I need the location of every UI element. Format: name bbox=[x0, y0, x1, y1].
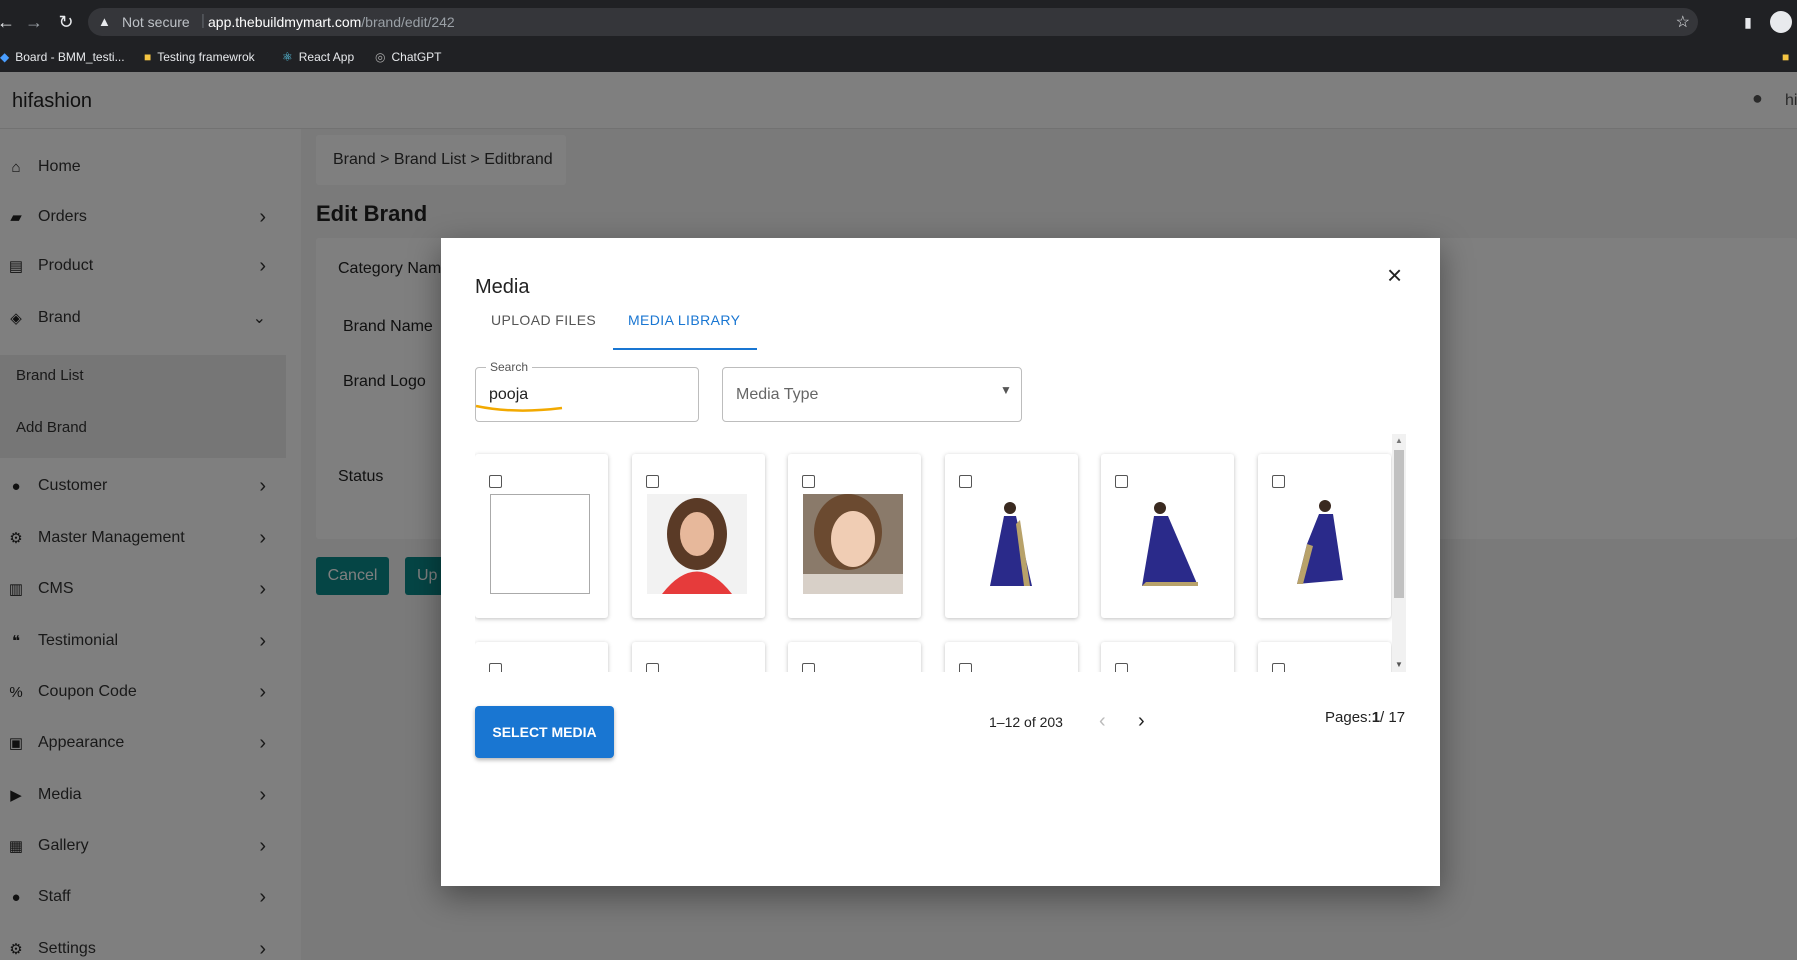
url-divider: | bbox=[201, 12, 205, 29]
portrait-image-woman-smiling bbox=[803, 494, 903, 594]
sidepanel-icon[interactable]: ▮ bbox=[1738, 12, 1758, 32]
bookmark-label: Testing framewrok bbox=[157, 50, 255, 64]
media-grid bbox=[475, 434, 1405, 672]
media-card[interactable] bbox=[945, 454, 1078, 618]
media-checkbox[interactable] bbox=[802, 475, 815, 488]
media-checkbox[interactable] bbox=[1115, 475, 1128, 488]
bookmark-react[interactable]: ⚛ React App bbox=[282, 50, 354, 64]
bookmark-testing[interactable]: ■ Testing framewrok bbox=[144, 50, 255, 64]
browser-toolbar: ← → ↻ ▲ Not secure | app.thebuildmymart.… bbox=[0, 0, 1797, 44]
media-checkbox[interactable] bbox=[646, 475, 659, 488]
media-card[interactable] bbox=[475, 454, 608, 618]
reload-icon[interactable]: ↻ bbox=[56, 12, 76, 32]
highlight-underline bbox=[475, 404, 563, 412]
prev-page-icon[interactable]: ‹ bbox=[1099, 710, 1106, 733]
profile-avatar[interactable] bbox=[1770, 11, 1792, 33]
board-icon: ◆ bbox=[0, 50, 10, 64]
other-bookmarks-icon[interactable]: ■ bbox=[1782, 50, 1789, 64]
pages-indicator: Pages:1/ 17 bbox=[1325, 709, 1405, 726]
media-checkbox[interactable] bbox=[646, 663, 659, 672]
pages-current: 1 bbox=[1371, 709, 1381, 726]
dialog-title: Media bbox=[475, 276, 530, 298]
bookmark-board[interactable]: ◆ Board - BMM_testi... bbox=[0, 50, 125, 64]
back-icon[interactable]: ← bbox=[0, 12, 16, 32]
media-type-select[interactable]: Media Type ▼ bbox=[722, 367, 1022, 422]
chatgpt-icon: ◎ bbox=[375, 50, 386, 64]
pages-label: Pages: bbox=[1325, 709, 1372, 726]
media-card[interactable] bbox=[788, 642, 921, 672]
caret-down-icon: ▼ bbox=[1000, 383, 1012, 397]
address-bar[interactable]: ▲ Not secure | app.thebuildmymart.com/br… bbox=[88, 8, 1698, 36]
url-path: /brand/edit/242 bbox=[361, 14, 455, 30]
pagination-range: 1–12 of 203 bbox=[989, 714, 1063, 730]
search-label: Search bbox=[486, 360, 533, 374]
media-card[interactable] bbox=[1101, 642, 1234, 672]
bookmark-label: Board - BMM_testi... bbox=[15, 50, 125, 64]
grid-scrollbar[interactable]: ▲ ▼ bbox=[1392, 434, 1406, 672]
url-text: app.thebuildmymart.com/brand/edit/242 bbox=[208, 14, 455, 30]
security-label: Not secure bbox=[122, 14, 190, 30]
media-checkbox[interactable] bbox=[959, 475, 972, 488]
portrait-image-woman-red bbox=[647, 494, 747, 594]
media-checkbox[interactable] bbox=[959, 663, 972, 672]
media-checkbox[interactable] bbox=[489, 663, 502, 672]
folder-icon: ■ bbox=[144, 50, 152, 64]
saree-image bbox=[1116, 494, 1216, 594]
bookmark-label: React App bbox=[298, 50, 355, 64]
tab-upload-files[interactable]: UPLOAD FILES bbox=[491, 312, 596, 328]
next-page-icon[interactable]: › bbox=[1138, 710, 1145, 733]
scroll-down-icon[interactable]: ▼ bbox=[1395, 660, 1403, 669]
saree-image bbox=[960, 494, 1060, 594]
scrollbar-thumb[interactable] bbox=[1394, 450, 1404, 598]
media-dialog: Media × UPLOAD FILES MEDIA LIBRARY Searc… bbox=[441, 238, 1440, 886]
media-checkbox[interactable] bbox=[489, 475, 502, 488]
media-card[interactable] bbox=[475, 642, 608, 672]
pages-total: / 17 bbox=[1380, 709, 1406, 726]
media-card[interactable] bbox=[945, 642, 1078, 672]
url-domain: app.thebuildmymart.com bbox=[208, 14, 362, 30]
close-icon[interactable]: × bbox=[1387, 262, 1402, 288]
broken-image-icon bbox=[490, 494, 590, 594]
scroll-up-icon[interactable]: ▲ bbox=[1395, 436, 1403, 445]
bookmarks-bar: ◆ Board - BMM_testi... ■ Testing framewrok… bbox=[0, 44, 1797, 72]
media-card[interactable] bbox=[1101, 454, 1234, 618]
bookmark-label: ChatGPT bbox=[391, 50, 442, 64]
media-card[interactable] bbox=[632, 642, 765, 672]
warning-icon: ▲ bbox=[98, 14, 111, 29]
react-icon: ⚛ bbox=[282, 50, 293, 64]
media-card[interactable] bbox=[788, 454, 921, 618]
forward-icon[interactable]: → bbox=[24, 12, 44, 32]
saree-image bbox=[1273, 494, 1373, 594]
media-checkbox[interactable] bbox=[1115, 663, 1128, 672]
media-card[interactable] bbox=[632, 454, 765, 618]
media-checkbox[interactable] bbox=[1272, 663, 1285, 672]
media-checkbox[interactable] bbox=[1272, 475, 1285, 488]
search-input[interactable]: Search pooja bbox=[475, 360, 699, 422]
tab-media-library[interactable]: MEDIA LIBRARY bbox=[628, 312, 740, 328]
media-type-placeholder: Media Type bbox=[736, 386, 819, 403]
select-media-button[interactable]: SELECT MEDIA bbox=[475, 706, 614, 758]
media-card[interactable] bbox=[1258, 642, 1391, 672]
media-checkbox[interactable] bbox=[802, 663, 815, 672]
media-card[interactable] bbox=[1258, 454, 1391, 618]
tab-indicator bbox=[613, 348, 757, 350]
bookmark-chatgpt[interactable]: ◎ ChatGPT bbox=[375, 50, 442, 64]
star-icon[interactable]: ☆ bbox=[1676, 12, 1690, 32]
